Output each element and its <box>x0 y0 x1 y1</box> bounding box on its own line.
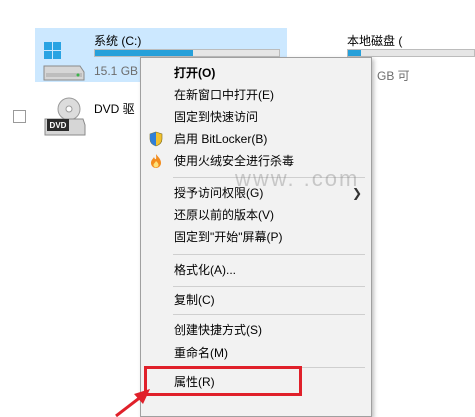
drive-local-usage-bar <box>347 49 475 57</box>
shield-icon <box>149 131 163 147</box>
menu-item-pin-quick-access[interactable]: 固定到快速访问 <box>142 106 370 128</box>
menu-item-pin-start[interactable]: 固定到"开始"屏幕(P) <box>142 226 370 248</box>
menu-separator <box>173 254 365 255</box>
properties-highlight-box <box>144 366 302 396</box>
dvd-icon-label: DVD <box>50 121 67 130</box>
menu-item-open-new-window[interactable]: 在新窗口中打开(E) <box>142 84 370 106</box>
fire-icon <box>151 154 161 168</box>
menu-item-label: 重命名(M) <box>174 346 228 360</box>
menu-item-restore-versions[interactable]: 还原以前的版本(V) <box>142 204 370 226</box>
drive-local-name: 本地磁盘 ( <box>347 34 403 48</box>
drive-c-usage-bar <box>94 49 280 57</box>
dvd-checkbox[interactable] <box>13 110 26 123</box>
menu-separator <box>173 286 365 287</box>
menu-item-label: 固定到快速访问 <box>174 110 259 124</box>
red-arrow-icon <box>115 389 150 417</box>
context-menu: 打开(O) 在新窗口中打开(E) 固定到快速访问 启用 BitLocker(B)… <box>140 57 372 417</box>
menu-item-label: 创建快捷方式(S) <box>174 323 262 337</box>
watermark: www. .com <box>235 166 360 191</box>
menu-item-label: 复制(C) <box>174 293 215 307</box>
drive-local-usage-fill <box>348 50 361 56</box>
menu-item-rename[interactable]: 重命名(M) <box>142 342 370 364</box>
menu-item-copy[interactable]: 复制(C) <box>142 289 370 311</box>
menu-item-format[interactable]: 格式化(A)... <box>142 259 370 281</box>
hard-drive-icon <box>43 42 85 81</box>
drive-dvd-name[interactable]: DVD 驱 <box>94 100 135 117</box>
drive-c-usage-fill <box>95 50 193 56</box>
drive-local-size: GB 可 <box>377 69 410 83</box>
menu-item-label: 启用 BitLocker(B) <box>174 132 268 146</box>
menu-item-create-shortcut[interactable]: 创建快捷方式(S) <box>142 319 370 341</box>
menu-separator <box>173 314 365 315</box>
menu-item-label: 格式化(A)... <box>174 263 236 277</box>
dvd-drive-icon: DVD <box>44 97 86 136</box>
menu-item-label: 还原以前的版本(V) <box>174 208 274 222</box>
menu-item-label: 打开(O) <box>174 66 216 80</box>
drive-c-size: 15.1 GB <box>94 64 139 78</box>
menu-item-bitlocker[interactable]: 启用 BitLocker(B) <box>142 128 370 150</box>
drive-c-name: 系统 (C:) <box>94 34 142 48</box>
menu-item-label: 固定到"开始"屏幕(P) <box>174 230 283 244</box>
menu-item-open[interactable]: 打开(O) <box>142 62 370 84</box>
menu-item-label: 在新窗口中打开(E) <box>174 88 274 102</box>
